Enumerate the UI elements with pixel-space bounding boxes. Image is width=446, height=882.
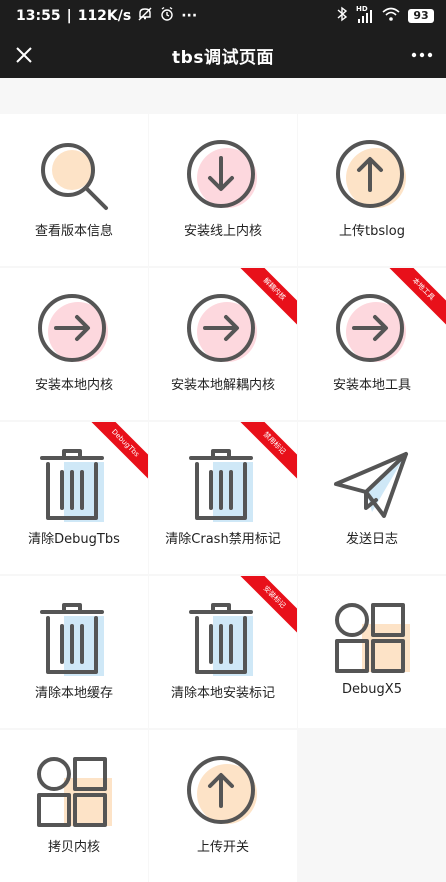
status-right: HD 93	[336, 5, 434, 26]
close-icon	[16, 47, 32, 63]
trash-icon	[183, 444, 263, 524]
grid-item[interactable]: 安装本地内核	[0, 268, 148, 420]
alarm-icon	[159, 6, 175, 26]
status-divider: |	[66, 8, 72, 24]
grid-item-label: 上传tbslog	[339, 224, 405, 239]
close-button[interactable]	[8, 39, 40, 71]
grid-item-label: 安装本地内核	[34, 378, 113, 393]
grid-item[interactable]: DebugX5	[298, 576, 446, 728]
upload-arrow-icon	[332, 136, 412, 216]
grid-item-label: 拷贝内核	[47, 840, 100, 855]
trash-icon	[34, 444, 114, 524]
grid-item-label: 安装本地工具	[332, 378, 411, 393]
grid-item-label: 安装本地解耦内核	[170, 378, 275, 393]
search-icon	[34, 136, 114, 216]
grid-item-label: DebugX5	[342, 682, 402, 697]
grid-item-label: 发送日志	[345, 532, 398, 547]
bluetooth-icon	[336, 6, 348, 26]
paper-plane-icon	[332, 444, 412, 524]
grid-item[interactable]: 安装本地工具 本地工具	[298, 268, 446, 420]
download-arrow-icon	[183, 136, 263, 216]
battery-indicator: 93	[408, 9, 434, 23]
grid-apps-icon	[34, 752, 114, 832]
grid-item-label: 清除Crash禁用标记	[165, 532, 281, 547]
status-time: 13:55	[16, 8, 61, 24]
page-title: tbs调试页面	[172, 47, 274, 68]
status-more: ···	[181, 8, 198, 24]
more-icon	[411, 52, 433, 58]
grid-item[interactable]: 上传开关	[149, 730, 297, 882]
arrow-right-icon	[34, 290, 114, 370]
signal-icon: HD	[356, 5, 374, 24]
grid-item[interactable]: 安装线上内核	[149, 114, 297, 266]
more-menu-button[interactable]	[406, 39, 438, 71]
title-bar: tbs调试页面	[0, 32, 446, 78]
grid-item[interactable]: 清除Crash禁用标记 禁用标记	[149, 422, 297, 574]
status-speed: 112K/s	[77, 8, 132, 24]
arrow-right-icon	[183, 290, 263, 370]
status-bar: 13:55 | 112K/s ··· HD 93	[0, 0, 446, 32]
mute-icon	[137, 6, 153, 26]
grid-item[interactable]: 清除本地安装标记 安装标记	[149, 576, 297, 728]
grid-item-label: 清除DebugTbs	[28, 532, 120, 547]
grid-item[interactable]: 清除DebugTbs DebugTbs	[0, 422, 148, 574]
grid-item[interactable]: 上传tbslog	[298, 114, 446, 266]
grid-item[interactable]: 查看版本信息	[0, 114, 148, 266]
trash-icon	[34, 598, 114, 678]
grid-item[interactable]: 清除本地缓存	[0, 576, 148, 728]
status-left: 13:55 | 112K/s ···	[16, 6, 197, 26]
grid-item[interactable]: 发送日志	[298, 422, 446, 574]
grid-apps-icon	[332, 598, 412, 678]
grid-item-label: 清除本地安装标记	[170, 686, 275, 701]
arrow-right-icon	[332, 290, 412, 370]
grid-item-label: 清除本地缓存	[34, 686, 113, 701]
debug-action-grid: 查看版本信息 安装线上内核 上传tbslog 安装本地内核 安装本地解耦内核 解耦内核 安装…	[0, 114, 446, 882]
upload-arrow-icon	[183, 752, 263, 832]
grid-item-label: 安装线上内核	[183, 224, 262, 239]
grid-item[interactable]: 安装本地解耦内核 解耦内核	[149, 268, 297, 420]
trash-icon	[183, 598, 263, 678]
grid-item-label: 上传开关	[196, 840, 249, 855]
grid-item[interactable]: 拷贝内核	[0, 730, 148, 882]
wifi-icon	[382, 6, 400, 26]
grid-item-label: 查看版本信息	[34, 224, 113, 239]
